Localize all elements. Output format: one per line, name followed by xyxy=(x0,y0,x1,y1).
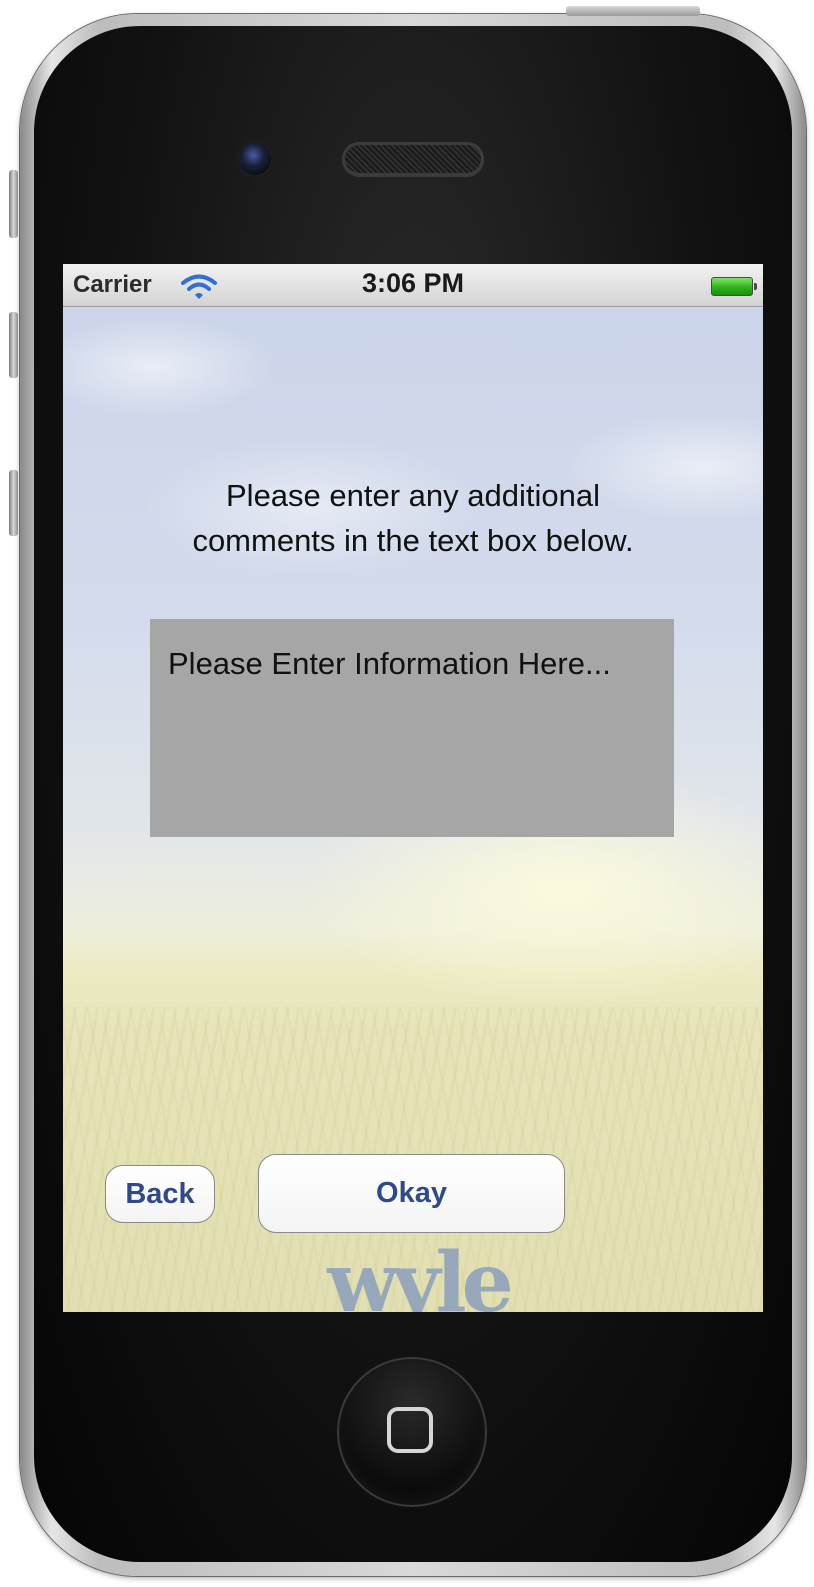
instruction-text: Please enter any additional comments in … xyxy=(93,473,733,563)
rounded-square-icon xyxy=(387,1407,433,1453)
instruction-line-1: Please enter any additional xyxy=(226,478,600,513)
home-button[interactable] xyxy=(337,1357,487,1507)
status-time: 3:06 PM xyxy=(361,268,465,298)
volume-up-button xyxy=(9,312,18,378)
status-bar: Carrier 3:06 PM xyxy=(63,264,763,307)
earpiece-speaker xyxy=(342,142,484,176)
sleep-wake-button xyxy=(566,6,700,16)
volume-down-button xyxy=(9,470,18,536)
front-camera xyxy=(236,140,274,178)
wallpaper-sky-field: Please enter any additional comments in … xyxy=(63,307,763,1312)
okay-button[interactable]: Okay xyxy=(258,1154,565,1233)
phone-screen: Please enter any additional comments in … xyxy=(63,264,763,1312)
back-button-label: Back xyxy=(125,1177,195,1210)
wyle-logo: wyle xyxy=(327,1235,514,1312)
okay-button-label: Okay xyxy=(376,1177,447,1209)
back-button[interactable]: Back xyxy=(105,1165,215,1223)
comments-textbox[interactable]: Please Enter Information Here... xyxy=(150,619,674,837)
instruction-line-2: comments in the text box below. xyxy=(192,523,634,558)
battery-full-icon xyxy=(711,277,757,296)
comments-placeholder: Please Enter Information Here... xyxy=(168,646,611,681)
mute-switch xyxy=(9,170,18,238)
